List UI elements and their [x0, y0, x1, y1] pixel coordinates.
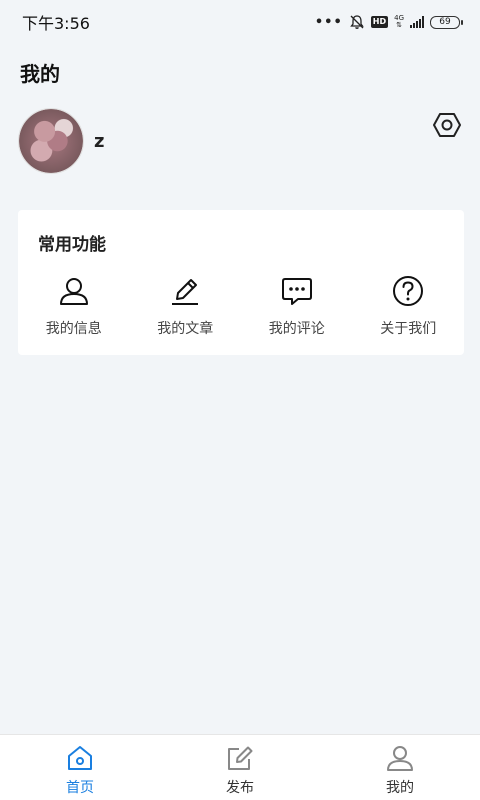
- card-title: 常用功能: [38, 235, 106, 255]
- hd-badge: HD: [370, 16, 389, 28]
- feature-label: 关于我们: [380, 321, 437, 337]
- nav-label: 发布: [226, 780, 254, 796]
- nav-label: 我的: [386, 780, 414, 796]
- bottom-nav: 首页 发布 我的: [0, 734, 480, 800]
- feature-about-us[interactable]: 关于我们: [353, 274, 465, 338]
- more-dots-icon: •••: [314, 14, 343, 30]
- avatar[interactable]: [18, 108, 84, 174]
- nav-mine[interactable]: 我的: [320, 735, 480, 800]
- features-row: 我的信息 我的文章 我的评论 关于我们: [18, 274, 464, 338]
- battery-icon: 69: [430, 15, 463, 29]
- username: z: [94, 130, 105, 152]
- comment-icon: [281, 278, 312, 305]
- data-arrows-icon: ⇅: [396, 21, 402, 29]
- status-time: 下午3:56: [22, 14, 90, 33]
- settings-hexagon-icon[interactable]: [432, 110, 462, 140]
- feature-my-comments[interactable]: 我的评论: [241, 274, 353, 338]
- question-icon: [393, 276, 424, 306]
- pencil-icon: [172, 279, 199, 305]
- edit-icon: [228, 746, 253, 770]
- person-icon: [59, 278, 88, 305]
- nav-publish[interactable]: 发布: [160, 735, 320, 800]
- page-title: 我的: [20, 62, 60, 86]
- bell-muted-icon: [349, 15, 364, 29]
- person-icon: [387, 746, 413, 771]
- status-bar: 下午3:56 ••• HD 4G ⇅ 69: [0, 0, 480, 44]
- profile-header[interactable]: z: [18, 108, 104, 174]
- battery-level: 69: [439, 17, 451, 27]
- feature-my-articles[interactable]: 我的文章: [130, 274, 242, 338]
- screen: 下午3:56 ••• HD 4G ⇅ 69 我的 z 常用功能 我的信息 我的文…: [0, 0, 480, 800]
- signal-icon: [410, 16, 424, 28]
- feature-label: 我的文章: [157, 321, 214, 337]
- feature-label: 我的信息: [45, 321, 102, 337]
- network-type: 4G ⇅: [394, 14, 404, 29]
- status-icons: ••• HD 4G ⇅ 69: [314, 14, 463, 30]
- home-icon: [68, 746, 92, 770]
- common-functions-card: 常用功能 我的信息 我的文章 我的评论 关于我们: [18, 210, 464, 355]
- nav-label: 首页: [66, 780, 94, 796]
- feature-label: 我的评论: [268, 321, 325, 337]
- nav-home[interactable]: 首页: [0, 735, 160, 800]
- feature-my-info[interactable]: 我的信息: [18, 274, 130, 338]
